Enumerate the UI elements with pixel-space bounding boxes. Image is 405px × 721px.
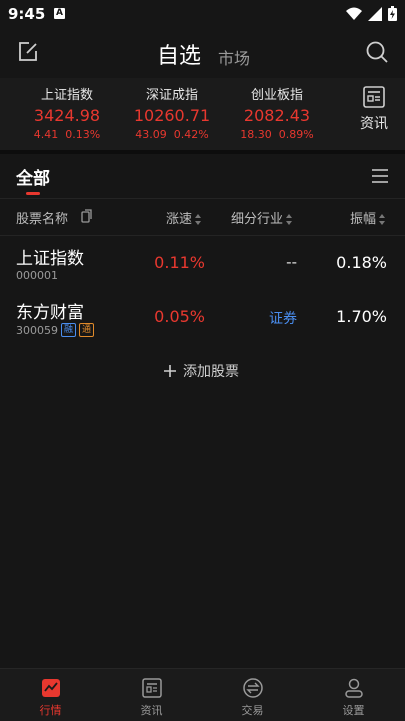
group-tabs: 全部 <box>0 150 405 198</box>
stock-name: 上证指数 <box>16 249 84 269</box>
index-name: 创业板指 <box>250 88 303 103</box>
speed-value: 0.05% <box>154 307 205 326</box>
bottom-nav-label: 行情 <box>39 704 62 717</box>
col-amplitude-sort[interactable]: 振幅 <box>350 208 386 227</box>
bottom-nav-news[interactable]: 资讯 <box>101 677 202 718</box>
bottom-nav-label: 设置 <box>342 704 365 717</box>
index-item-shenzhen[interactable]: 深证成指 10260.71 43.09 0.42% <box>117 84 227 141</box>
active-tab-indicator <box>26 192 40 195</box>
sort-icon <box>286 213 293 226</box>
plus-icon <box>164 365 176 377</box>
bottom-nav-label: 交易 <box>241 704 264 717</box>
chart-icon <box>41 679 60 697</box>
news-icon <box>363 86 385 108</box>
user-icon <box>344 678 363 698</box>
empty-area <box>0 396 405 668</box>
tab-market[interactable]: 市场 <box>218 45 250 69</box>
add-stock-label: 添加股票 <box>183 364 239 380</box>
index-item-shanghai[interactable]: 上证指数 3424.98 4.41 0.13% <box>12 84 122 141</box>
exchange-icon <box>242 678 263 698</box>
edit-icon[interactable] <box>16 40 40 64</box>
amplitude-value: 0.18% <box>336 253 387 272</box>
connect-tag: 通 <box>79 323 95 337</box>
tab-watchlist[interactable]: 自选 <box>157 38 201 70</box>
bottom-nav-settings[interactable]: 设置 <box>303 677 404 718</box>
table-row[interactable]: 上证指数 000001 0.11% -- 0.18% <box>0 236 405 291</box>
col-speed-sort[interactable]: 涨速 <box>166 208 202 227</box>
sort-icon <box>379 213 386 226</box>
speed-value: 0.11% <box>154 253 205 272</box>
index-change: 18.30 0.89% <box>240 128 314 141</box>
index-name: 深证成指 <box>145 88 198 103</box>
margin-tag: 融 <box>61 323 77 337</box>
notification-icon: A <box>54 8 65 19</box>
table-row[interactable]: 东方财富 300059 融 通 0.05% 证券 1.70% <box>0 290 405 345</box>
index-ticker: 上证指数 3424.98 4.41 0.13% 深证成指 10260.71 43… <box>0 78 405 150</box>
index-change: 43.09 0.42% <box>135 128 209 141</box>
col-industry-sort[interactable]: 细分行业 <box>231 208 293 227</box>
amplitude-value: 1.70% <box>336 307 387 326</box>
stock-code: 000001 <box>16 269 58 282</box>
bottom-nav-market[interactable]: 行情 <box>0 677 101 718</box>
add-stock-button[interactable]: 添加股票 <box>0 344 405 396</box>
news-button[interactable]: 资讯 <box>357 86 391 133</box>
wifi-icon <box>346 7 362 20</box>
status-icons <box>346 6 397 21</box>
status-bar: 9:45 A <box>0 0 405 28</box>
sort-icon <box>195 213 202 226</box>
tab-all[interactable]: 全部 <box>16 164 50 189</box>
table-header: 股票名称 涨速 细分行业 振幅 <box>0 198 405 236</box>
index-change: 4.41 0.13% <box>33 128 101 141</box>
industry-value: -- <box>286 253 297 271</box>
index-name: 上证指数 <box>40 88 93 103</box>
status-time: 9:45 <box>8 5 46 23</box>
news-icon <box>141 678 162 698</box>
copy-icon[interactable] <box>81 209 92 223</box>
signal-icon <box>368 6 382 21</box>
top-nav-bar: 自选 市场 <box>0 28 405 78</box>
stock-code: 300059 融 通 <box>16 323 95 337</box>
add-stock-content: 添加股票 <box>163 361 239 381</box>
index-value: 10260.71 <box>133 106 211 125</box>
bottom-nav-label: 资讯 <box>140 704 163 717</box>
news-label: 资讯 <box>360 116 388 132</box>
index-value: 3424.98 <box>33 106 101 125</box>
bottom-nav-trade[interactable]: 交易 <box>202 677 303 718</box>
index-item-chinext[interactable]: 创业板指 2082.43 18.30 0.89% <box>222 84 332 141</box>
search-icon[interactable] <box>365 40 389 64</box>
stock-name: 东方财富 <box>16 303 84 323</box>
menu-icon[interactable] <box>371 168 389 184</box>
bottom-nav: 行情 资讯 交易 设置 <box>0 668 405 721</box>
industry-link[interactable]: 证券 <box>269 308 297 328</box>
col-stock-name: 股票名称 <box>16 212 69 227</box>
index-value: 2082.43 <box>243 106 311 125</box>
battery-icon <box>388 6 397 21</box>
